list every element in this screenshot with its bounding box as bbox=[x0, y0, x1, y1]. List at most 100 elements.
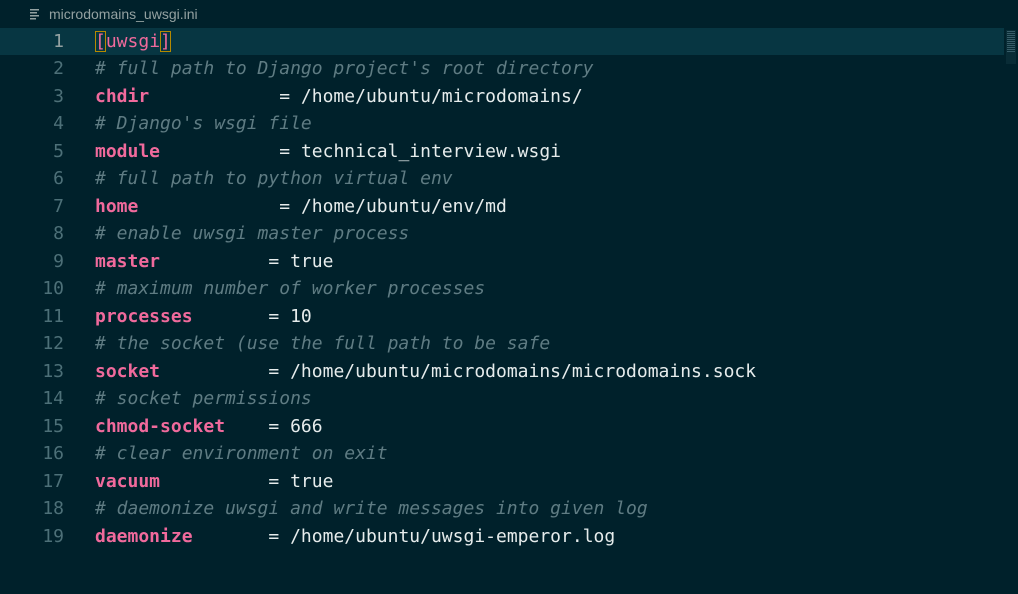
tab-title: microdomains_uwsgi.ini bbox=[49, 5, 198, 22]
config-key: vacuum bbox=[95, 470, 161, 492]
config-key: processes bbox=[95, 305, 193, 327]
code-line[interactable]: 11 processes = 10 bbox=[0, 303, 1004, 331]
key-padding bbox=[149, 86, 279, 107]
equals-sign: = bbox=[268, 250, 291, 272]
comment-text: # enable uwsgi master process bbox=[95, 223, 410, 244]
config-key: master bbox=[95, 250, 161, 272]
code-line[interactable]: 5 module = technical_interview.wsgi bbox=[0, 138, 1004, 166]
line-code: # full path to python virtual env bbox=[95, 165, 453, 193]
comment-text: # maximum number of worker processes bbox=[95, 278, 486, 299]
line-code: # clear environment on exit bbox=[95, 440, 388, 468]
line-number: 5 bbox=[53, 140, 64, 162]
comment-text: # Django's wsgi file bbox=[95, 113, 312, 134]
equals-sign: = bbox=[279, 85, 301, 107]
comment-text: # daemonize uwsgi and write messages int… bbox=[95, 498, 648, 519]
code-line[interactable]: 14 # socket permissions bbox=[0, 385, 1004, 413]
code-line[interactable]: 15 chmod-socket = 666 bbox=[0, 413, 1004, 441]
comment-text: # full path to python virtual env bbox=[95, 168, 453, 189]
code-line[interactable]: 19 daemonize = /home/ubuntu/uwsgi-emperor… bbox=[0, 523, 1004, 551]
config-value: /home/ubuntu/uwsgi-emperor.log bbox=[290, 525, 616, 547]
line-number: 6 bbox=[53, 168, 64, 189]
code-line[interactable]: 16 # clear environment on exit bbox=[0, 440, 1004, 468]
line-code: # maximum number of worker processes bbox=[95, 275, 485, 303]
line-code: socket = /home/ubuntu/microdomains/micro… bbox=[95, 358, 756, 386]
line-number: 11 bbox=[42, 305, 64, 327]
key-padding bbox=[160, 141, 279, 162]
line-code: [uwsgi] bbox=[95, 28, 171, 56]
minimap[interactable] bbox=[1006, 30, 1016, 64]
code-line[interactable]: 10 # maximum number of worker processes bbox=[0, 275, 1004, 303]
line-code: vacuum = true bbox=[95, 468, 333, 496]
config-key: daemonize bbox=[95, 525, 193, 547]
comment-text: # clear environment on exit bbox=[95, 443, 388, 464]
key-padding bbox=[160, 251, 268, 272]
line-number: 14 bbox=[42, 388, 64, 409]
line-number: 18 bbox=[42, 498, 64, 519]
line-code: chdir = /home/ubuntu/microdomains/ bbox=[95, 83, 583, 111]
code-line[interactable]: 2 # full path to Django project's root di… bbox=[0, 55, 1004, 83]
code-line[interactable]: 4 # Django's wsgi file bbox=[0, 110, 1004, 138]
line-code: # Django's wsgi file bbox=[95, 110, 312, 138]
config-key: chdir bbox=[95, 85, 150, 107]
config-key: module bbox=[95, 140, 161, 162]
line-code: home = /home/ubuntu/env/md bbox=[95, 193, 507, 221]
code-line[interactable]: 7 home = /home/ubuntu/env/md bbox=[0, 193, 1004, 221]
line-number: 16 bbox=[42, 443, 64, 464]
line-code: module = technical_interview.wsgi bbox=[95, 138, 561, 166]
line-number: 15 bbox=[42, 415, 64, 437]
line-number: 1 bbox=[53, 30, 64, 52]
line-number: 17 bbox=[42, 470, 64, 492]
section-open-bracket: [ bbox=[95, 30, 106, 52]
equals-sign: = bbox=[268, 415, 291, 437]
comment-text: # the socket (use the full path to be sa… bbox=[95, 333, 551, 354]
line-code: master = true bbox=[95, 248, 333, 276]
code-line[interactable]: 18 # daemonize uwsgi and write messages i… bbox=[0, 495, 1004, 523]
comment-text: # socket permissions bbox=[95, 388, 312, 409]
line-number: 19 bbox=[42, 525, 64, 547]
line-code: # socket permissions bbox=[95, 385, 312, 413]
code-line[interactable]: 17 vacuum = true bbox=[0, 468, 1004, 496]
key-padding bbox=[160, 361, 268, 382]
equals-sign: = bbox=[268, 525, 291, 547]
config-key: chmod-socket bbox=[95, 415, 226, 437]
equals-sign: = bbox=[268, 305, 291, 327]
equals-sign: = bbox=[279, 195, 301, 217]
file-lines-icon bbox=[30, 9, 39, 20]
code-line[interactable]: 9 master = true bbox=[0, 248, 1004, 276]
line-number: 8 bbox=[53, 223, 64, 244]
line-code: chmod-socket = 666 bbox=[95, 413, 323, 441]
code-editor[interactable]: 1 [uwsgi] 2 # full path to Django project's… bbox=[0, 27, 1018, 594]
equals-sign: = bbox=[279, 140, 301, 162]
tab-bar: microdomains_uwsgi.ini bbox=[0, 0, 1018, 27]
config-value: /home/ubuntu/env/md bbox=[300, 195, 507, 217]
code-line[interactable]: 3 chdir = /home/ubuntu/microdomains/ bbox=[0, 83, 1004, 111]
key-padding bbox=[193, 306, 269, 327]
config-value: true bbox=[290, 250, 334, 272]
code-line[interactable]: 8 # enable uwsgi master process bbox=[0, 220, 1004, 248]
section-close-bracket: ] bbox=[160, 30, 171, 52]
config-value: technical_interview.wsgi bbox=[300, 140, 562, 162]
config-key: socket bbox=[95, 360, 161, 382]
line-code: # daemonize uwsgi and write messages int… bbox=[95, 495, 648, 523]
config-value: true bbox=[290, 470, 334, 492]
line-number: 12 bbox=[42, 333, 64, 354]
config-value: /home/ubuntu/microdomains/microdomains.s… bbox=[290, 360, 757, 382]
section-name: uwsgi bbox=[105, 30, 161, 52]
line-number: 9 bbox=[53, 250, 64, 272]
editor-window: microdomains_uwsgi.ini 1 [uwsgi] 2 # full p… bbox=[0, 0, 1018, 594]
vertical-scrollbar[interactable] bbox=[1004, 27, 1018, 594]
equals-sign: = bbox=[268, 360, 291, 382]
comment-text: # full path to Django project's root dir… bbox=[95, 58, 594, 79]
code-line[interactable]: 12 # the socket (use the full path to be … bbox=[0, 330, 1004, 358]
code-line[interactable]: 1 [uwsgi] bbox=[0, 27, 1004, 56]
config-key: home bbox=[95, 195, 139, 217]
key-padding bbox=[193, 526, 269, 547]
tab-microdomains-uwsgi[interactable]: microdomains_uwsgi.ini bbox=[0, 0, 212, 27]
line-number: 10 bbox=[42, 278, 64, 299]
key-padding bbox=[225, 416, 268, 437]
line-number: 2 bbox=[53, 58, 64, 79]
code-line[interactable]: 6 # full path to python virtual env bbox=[0, 165, 1004, 193]
key-padding bbox=[138, 196, 279, 217]
code-line[interactable]: 13 socket = /home/ubuntu/microdomains/mic… bbox=[0, 358, 1004, 386]
equals-sign: = bbox=[268, 470, 291, 492]
